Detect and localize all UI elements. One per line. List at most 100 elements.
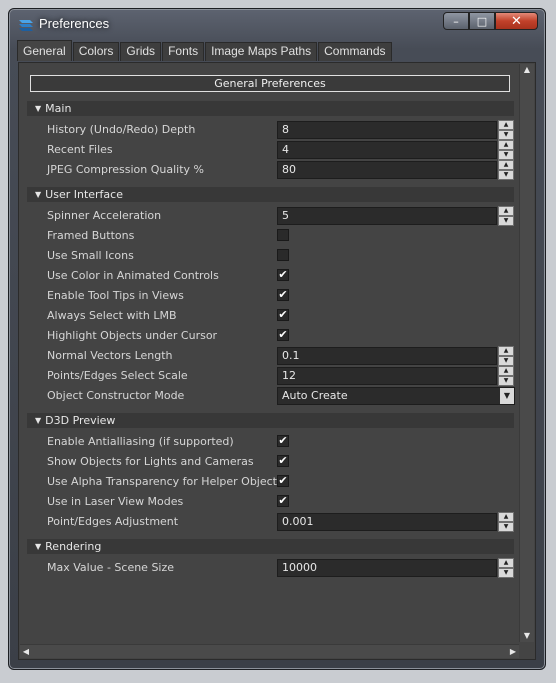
lights-cameras-label: Show Objects for Lights and Cameras [47,455,254,468]
normal-length-input[interactable]: 0.1 [277,347,497,365]
section-title: D3D Preview [45,414,116,427]
spinner-down-icon[interactable]: ▼ [498,216,514,226]
section-title: User Interface [45,188,123,201]
minimize-button[interactable]: – [443,12,469,30]
spinner-down-icon[interactable]: ▼ [498,150,514,160]
laser-view-label: Use in Laser View Modes [47,495,184,508]
edges-adjust-input[interactable]: 0.001 [277,513,497,531]
select-lmb-label: Always Select with LMB [47,309,177,322]
app-logo-icon [19,20,33,31]
normal-length-row: Normal Vectors Length 0.1 ▲ ▼ [21,346,518,366]
antialias-checkbox[interactable]: ✔ [277,435,289,447]
max-scene-spinner[interactable]: ▲ ▼ [498,558,514,578]
collapse-arrow-icon: ▼ [35,190,42,199]
spinner-accel-spinner[interactable]: ▲ ▼ [498,206,514,226]
spinner-down-icon[interactable]: ▼ [498,376,514,386]
antialias-label: Enable Antialliasing (if supported) [47,435,234,448]
tooltips-label: Enable Tool Tips in Views [47,289,184,302]
section-main[interactable]: ▼ Main [27,101,514,116]
maximize-button[interactable]: □ [469,12,495,30]
color-animated-row: Use Color in Animated Controls ✔ [21,266,518,286]
spinner-down-icon[interactable]: ▼ [498,130,514,140]
horizontal-scrollbar[interactable]: ◀ ▶ [20,644,519,658]
spinner-up-icon[interactable]: ▲ [498,160,514,170]
spinner-up-icon[interactable]: ▲ [498,140,514,150]
edges-adjust-label: Point/Edges Adjustment [47,515,179,528]
collapse-arrow-icon: ▼ [35,542,42,551]
edges-adjust-row: Point/Edges Adjustment 0.001 ▲ ▼ [21,512,518,532]
framed-buttons-row: Framed Buttons [21,226,518,246]
lights-cameras-checkbox[interactable]: ✔ [277,455,289,467]
panel-header: General Preferences [30,75,510,92]
normal-length-spinner[interactable]: ▲ ▼ [498,346,514,366]
window-title: Preferences [39,16,110,31]
select-lmb-row: Always Select with LMB ✔ [21,306,518,326]
section-title: Rendering [45,540,102,553]
select-scale-label: Points/Edges Select Scale [47,369,188,382]
tab-general[interactable]: General [17,40,72,61]
constructor-mode-select[interactable]: Auto Create ▼ [277,387,515,405]
title-bar[interactable]: Preferences – □ ✕ [9,9,545,39]
section-d3d-preview[interactable]: ▼ D3D Preview [27,413,514,428]
max-scene-input[interactable]: 10000 [277,559,497,577]
spinner-down-icon[interactable]: ▼ [498,170,514,180]
tab-image-maps-paths[interactable]: Image Maps Paths [205,42,318,61]
spinner-up-icon[interactable]: ▲ [498,366,514,376]
small-icons-checkbox[interactable] [277,249,289,261]
color-animated-checkbox[interactable]: ✔ [277,269,289,281]
tooltips-checkbox[interactable]: ✔ [277,289,289,301]
section-user-interface[interactable]: ▼ User Interface [27,187,514,202]
tab-commands[interactable]: Commands [318,42,392,61]
preferences-content: General Preferences ▼ Main History (Undo/… [21,65,518,641]
select-scale-spinner[interactable]: ▲ ▼ [498,366,514,386]
history-depth-spinner[interactable]: ▲ ▼ [498,120,514,140]
laser-view-row: Use in Laser View Modes ✔ [21,492,518,512]
highlight-cursor-checkbox[interactable]: ✔ [277,329,289,341]
jpeg-quality-label: JPEG Compression Quality % [47,163,204,176]
spinner-down-icon[interactable]: ▼ [498,356,514,366]
alpha-helpers-checkbox[interactable]: ✔ [277,475,289,487]
scroll-right-icon[interactable]: ▶ [507,645,519,658]
recent-files-input[interactable]: 4 [277,141,497,159]
framed-buttons-checkbox[interactable] [277,229,289,241]
jpeg-quality-input[interactable]: 80 [277,161,497,179]
section-title: Main [45,102,72,115]
framed-buttons-label: Framed Buttons [47,229,135,242]
close-button[interactable]: ✕ [495,12,538,30]
max-scene-row: Max Value - Scene Size 10000 ▲ ▼ [21,558,518,578]
select-lmb-checkbox[interactable]: ✔ [277,309,289,321]
preferences-window: Preferences – □ ✕ General Colors Grids F… [8,8,546,670]
spinner-up-icon[interactable]: ▲ [498,512,514,522]
scroll-up-icon[interactable]: ▲ [520,64,534,76]
chevron-down-icon[interactable]: ▼ [500,388,514,404]
recent-files-spinner[interactable]: ▲ ▼ [498,140,514,160]
section-rendering[interactable]: ▼ Rendering [27,539,514,554]
alpha-helpers-label: Use Alpha Transparency for Helper Object… [47,475,283,488]
laser-view-checkbox[interactable]: ✔ [277,495,289,507]
spinner-up-icon[interactable]: ▲ [498,346,514,356]
color-animated-label: Use Color in Animated Controls [47,269,219,282]
tab-fonts[interactable]: Fonts [162,42,205,61]
scroll-down-icon[interactable]: ▼ [520,630,534,642]
spinner-down-icon[interactable]: ▼ [498,522,514,532]
antialias-row: Enable Antialliasing (if supported) ✔ [21,432,518,452]
spinner-up-icon[interactable]: ▲ [498,206,514,216]
history-depth-input[interactable]: 8 [277,121,497,139]
edges-adjust-spinner[interactable]: ▲ ▼ [498,512,514,532]
constructor-mode-value: Auto Create [282,389,348,402]
spinner-up-icon[interactable]: ▲ [498,558,514,568]
lights-cameras-row: Show Objects for Lights and Cameras ✔ [21,452,518,472]
spinner-down-icon[interactable]: ▼ [498,568,514,578]
tab-colors[interactable]: Colors [72,42,120,61]
spinner-up-icon[interactable]: ▲ [498,120,514,130]
tab-grids[interactable]: Grids [120,42,162,61]
vertical-scrollbar[interactable]: ▲ ▼ [519,64,534,642]
max-scene-label: Max Value - Scene Size [47,561,175,574]
alpha-helpers-row: Use Alpha Transparency for Helper Object… [21,472,518,492]
spinner-accel-row: Spinner Acceleration 5 ▲ ▼ [21,206,518,226]
spinner-accel-input[interactable]: 5 [277,207,497,225]
jpeg-quality-spinner[interactable]: ▲ ▼ [498,160,514,180]
select-scale-input[interactable]: 12 [277,367,497,385]
tooltips-row: Enable Tool Tips in Views ✔ [21,286,518,306]
scroll-left-icon[interactable]: ◀ [20,645,32,658]
